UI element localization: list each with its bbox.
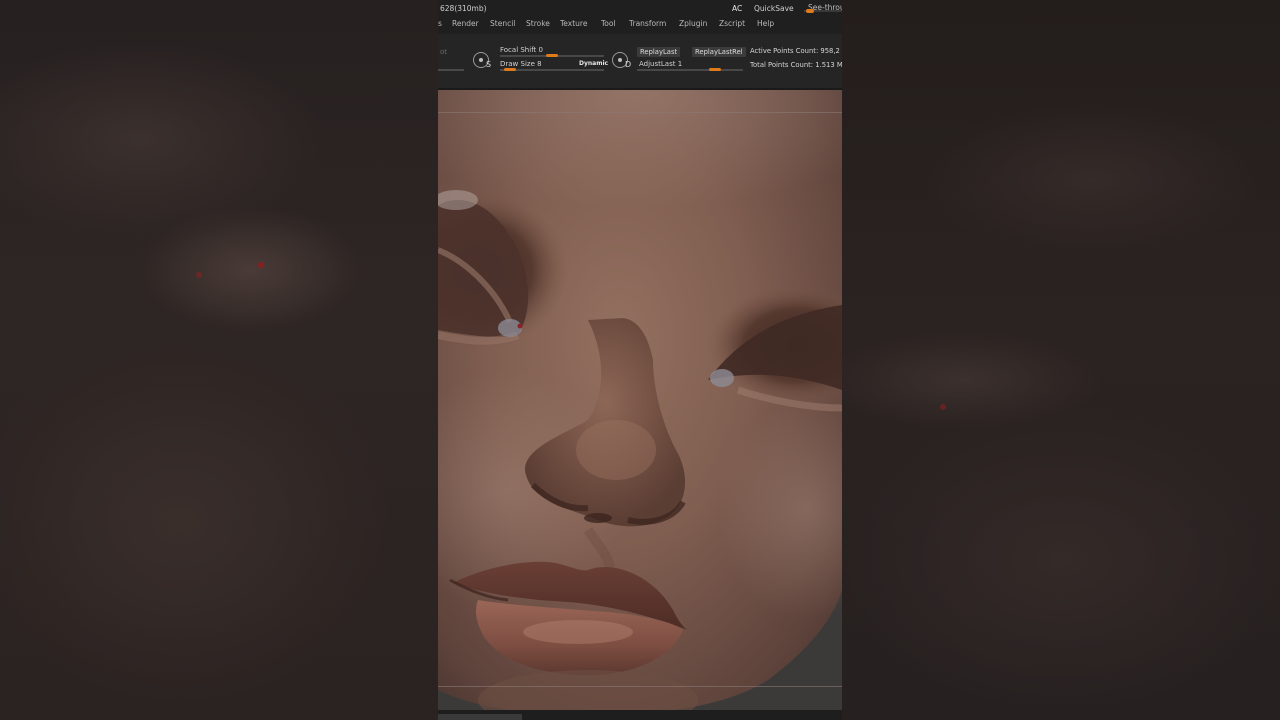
background-highlight xyxy=(940,404,946,410)
menu-item[interactable]: s xyxy=(438,19,442,28)
menu-stroke[interactable]: Stroke xyxy=(526,19,550,28)
blurred-background-left xyxy=(0,0,438,720)
memory-readout: 628(310mb) xyxy=(440,4,487,13)
brush-toolbar: ot S Focal Shift 0 Draw Size 8 Dynamic D… xyxy=(438,34,842,90)
see-through-slider-knob[interactable] xyxy=(806,9,814,13)
adjust-last-label: AdjustLast 1 xyxy=(639,60,683,68)
focal-shift-knob[interactable] xyxy=(546,54,558,57)
total-points-count: Total Points Count: 1.513 M xyxy=(750,61,842,69)
menu-stencil[interactable]: Stencil xyxy=(490,19,515,28)
bottom-tray[interactable] xyxy=(438,714,522,720)
active-points-count: Active Points Count: 958,2 xyxy=(750,47,840,55)
canvas-frame-top xyxy=(438,112,842,113)
sculpt-viewport[interactable] xyxy=(438,90,842,720)
bottom-shelf xyxy=(438,710,842,720)
menu-transform[interactable]: Transform xyxy=(629,19,666,28)
brush-hotkey-d: D xyxy=(625,60,632,69)
background-highlight xyxy=(196,272,202,278)
menu-zscript[interactable]: Zscript xyxy=(719,19,745,28)
sculpt-app-window: 628(310mb) AC QuickSave See-throu s Rend… xyxy=(438,0,842,720)
canvas-frame-bottom xyxy=(438,686,842,687)
brush-hotkey-s: S xyxy=(486,60,492,69)
draw-size-knob[interactable] xyxy=(504,68,516,71)
slider-track[interactable] xyxy=(438,69,464,71)
sculpted-face-render xyxy=(438,90,842,720)
replay-last-button[interactable]: ReplayLast xyxy=(637,47,681,57)
replay-last-rel-button[interactable]: ReplayLastRel xyxy=(692,47,746,57)
quicksave-button[interactable]: QuickSave xyxy=(754,4,794,13)
ac-button[interactable]: AC xyxy=(732,4,742,13)
menu-texture[interactable]: Texture xyxy=(560,19,587,28)
toolbar-label-truncated: ot xyxy=(440,48,448,56)
background-highlight xyxy=(258,262,264,268)
menu-tool[interactable]: Tool xyxy=(601,19,616,28)
adjust-last-knob[interactable] xyxy=(709,68,721,71)
draw-size-label: Draw Size 8 xyxy=(500,60,542,68)
dynamic-toggle[interactable]: Dynamic xyxy=(579,60,608,67)
adjust-last-slider[interactable] xyxy=(637,69,743,71)
menu-zplugin[interactable]: Zplugin xyxy=(679,19,707,28)
blurred-background-right xyxy=(842,0,1280,720)
menu-help[interactable]: Help xyxy=(757,19,774,28)
menu-render[interactable]: Render xyxy=(452,19,479,28)
focal-shift-label: Focal Shift 0 xyxy=(500,46,543,54)
menubar: 628(310mb) AC QuickSave See-throu s Rend… xyxy=(438,0,842,34)
